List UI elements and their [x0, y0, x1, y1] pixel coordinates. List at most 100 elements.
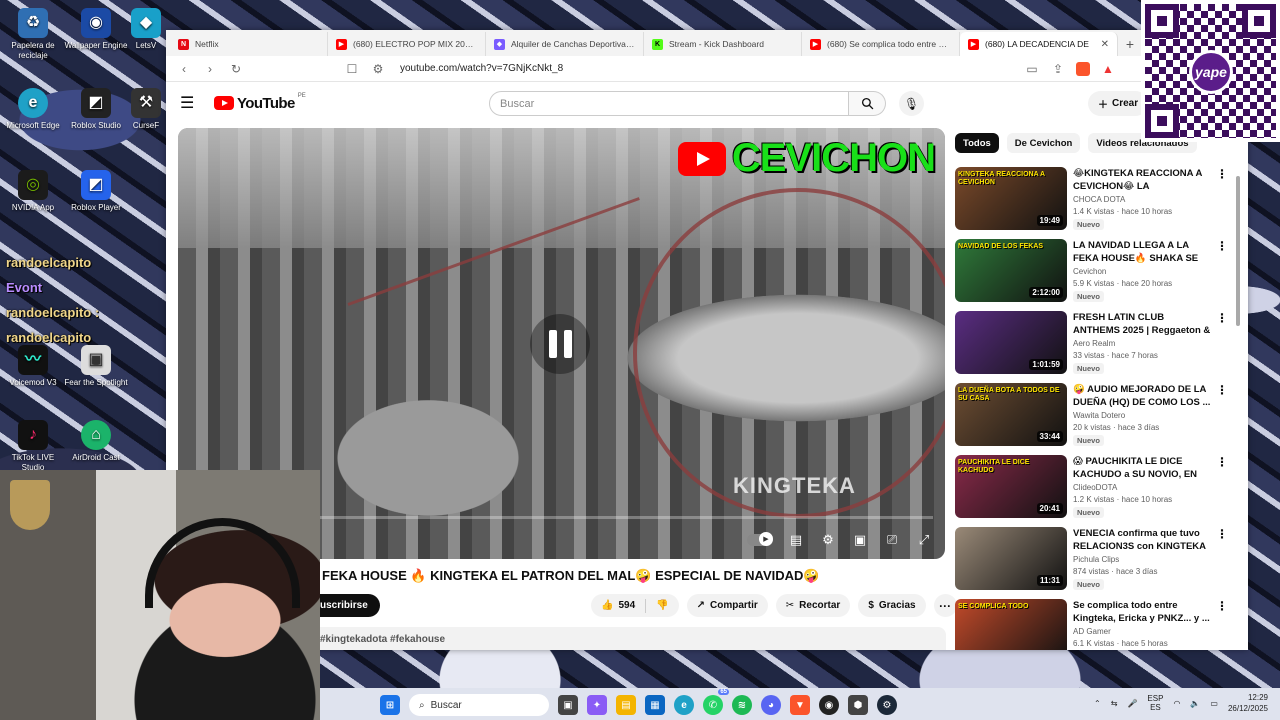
pause-button[interactable]: [530, 314, 590, 374]
cast-icon[interactable]: ⎚: [883, 531, 901, 549]
file-explorer-icon[interactable]: ▤: [616, 695, 636, 715]
bookmark-icon[interactable]: ☐: [344, 61, 360, 77]
recommendation-title[interactable]: 🤪 AUDIO MEJORADO DE LA DUEÑA (HQ) DE COM…: [1073, 383, 1212, 409]
desktop-icon-recycle-bin[interactable]: ♻ Papelera de reciclaje: [0, 8, 66, 61]
video-thumbnail[interactable]: LA DUEÑA BOTA A TODOS DE SU CASA 33:44: [955, 383, 1067, 446]
game-launcher-icon[interactable]: ⬢: [848, 695, 868, 715]
chip-todos[interactable]: Todos: [955, 133, 999, 153]
recommendation-title[interactable]: 😱 PAUCHIKITA LE DICE KACHUDO a SU NOVIO,…: [1073, 455, 1212, 481]
video-thumbnail[interactable]: NAVIDAD DE LOS FEKAS 2:12:00: [955, 239, 1067, 302]
tab-se-complica[interactable]: ▶ (680) Se complica todo entre King: [802, 32, 960, 56]
battery-icon[interactable]: ▭: [1210, 699, 1218, 708]
recommendation-item[interactable]: LA DUEÑA BOTA A TODOS DE SU CASA 33:44 🤪…: [955, 383, 1230, 455]
chip-de-cevichon[interactable]: De Cevichon: [1006, 133, 1081, 153]
more-vertical-icon[interactable]: ⋮: [1216, 455, 1228, 469]
video-thumbnail[interactable]: SE COMPLICA TODO: [955, 599, 1067, 650]
search-input[interactable]: Buscar: [489, 91, 849, 116]
recommendation-item[interactable]: 11:31 VENECIA confirma que tuvo RELACION…: [955, 527, 1230, 599]
obs-icon[interactable]: ◉: [819, 695, 839, 715]
thanks-button[interactable]: $ Gracias: [858, 594, 926, 617]
discord-icon[interactable]: ◕: [761, 695, 781, 715]
tab-electro-pop[interactable]: ▶ (680) ELECTRO POP MIX 2000s | D: [328, 32, 486, 56]
steam-icon[interactable]: ⚙: [877, 695, 897, 715]
search-button[interactable]: [849, 91, 886, 116]
desktop-icon-voicemod[interactable]: 〰 Voicemod V3: [0, 345, 66, 388]
recommendation-item[interactable]: SE COMPLICA TODO Se complica todo entre …: [955, 599, 1230, 650]
spotify-icon[interactable]: ≋: [732, 695, 752, 715]
tab-netflix[interactable]: N Netflix: [170, 32, 328, 56]
video-thumbnail[interactable]: PAUCHIKITA LE DICE KACHUDO 20:41: [955, 455, 1067, 518]
store-icon[interactable]: ▦: [645, 695, 665, 715]
more-vertical-icon[interactable]: ⋮: [1216, 383, 1228, 397]
site-info-icon[interactable]: ⚙: [370, 61, 386, 77]
desktop-icon-letsview[interactable]: ◆ LetsV: [126, 8, 166, 51]
video-thumbnail[interactable]: 1:01:59: [955, 311, 1067, 374]
recommendation-title[interactable]: VENECIA confirma que tuvo RELACION3S con…: [1073, 527, 1212, 553]
video-thumbnail[interactable]: KINGTEKA REACCIONA A CEVICHON 19:49: [955, 167, 1067, 230]
video-thumbnail[interactable]: 11:31: [955, 527, 1067, 590]
recommendation-item[interactable]: NAVIDAD DE LOS FEKAS 2:12:00 LA NAVIDAD …: [955, 239, 1230, 311]
language-indicator[interactable]: ESP ES: [1147, 694, 1163, 712]
recommendation-item[interactable]: PAUCHIKITA LE DICE KACHUDO 20:41 😱 PAUCH…: [955, 455, 1230, 527]
captions-icon[interactable]: ▤: [787, 531, 805, 549]
cast-icon[interactable]: ▭: [1024, 61, 1040, 77]
voice-search-button[interactable]: 🎙: [899, 91, 924, 116]
volume-icon[interactable]: 🔈: [1190, 699, 1200, 708]
recommendation-title[interactable]: 😂KINGTEKA REACCIONA A CEVICHON😂 LA DECAD…: [1073, 167, 1212, 193]
desktop-icon-curseforge[interactable]: ⚒ CurseF: [126, 88, 166, 131]
youtube-logo[interactable]: YouTube PE: [214, 93, 306, 112]
close-tab-icon[interactable]: ✕: [1101, 39, 1109, 50]
recommendation-title[interactable]: LA NAVIDAD LLEGA A LA FEKA HOUSE🔥 SHAKA …: [1073, 239, 1212, 265]
fullscreen-icon[interactable]: ⤢: [915, 531, 933, 549]
brave-shield-icon[interactable]: [1076, 61, 1090, 76]
menu-icon[interactable]: ☰: [180, 93, 200, 113]
sidebar-scrollbar[interactable]: [1236, 146, 1242, 646]
mic-muted-icon[interactable]: 🎤: [1127, 699, 1137, 708]
more-vertical-icon[interactable]: ⋮: [1216, 239, 1228, 253]
task-view-icon[interactable]: ▣: [558, 695, 578, 715]
create-button[interactable]: ＋ Crear: [1088, 91, 1149, 116]
address-bar[interactable]: youtube.com/watch?v=7GNjKcNkt_8: [400, 63, 1014, 74]
tab-kick-dashboard[interactable]: K Stream - Kick Dashboard: [644, 32, 802, 56]
channel-name[interactable]: AD Gamer: [1073, 627, 1212, 636]
channel-name[interactable]: ClideoDOTA: [1073, 483, 1212, 492]
more-actions-button[interactable]: ···: [933, 594, 957, 617]
desktop-icon-airdroid[interactable]: ⌂ AirDroid Cast: [63, 420, 129, 463]
more-vertical-icon[interactable]: ⋮: [1216, 311, 1228, 325]
back-icon[interactable]: ‹: [176, 61, 192, 77]
share-button[interactable]: ↗ Compartir: [686, 594, 768, 617]
recommendation-title[interactable]: Se complica todo entre Kingteka, Ericka …: [1073, 599, 1212, 625]
recommendation-item[interactable]: 1:01:59 FRESH LATIN CLUB ANTHEMS 2025 | …: [955, 311, 1230, 383]
whatsapp-icon[interactable]: ✆ 65: [703, 689, 729, 715]
brave-taskbar-icon[interactable]: ▼: [790, 695, 810, 715]
autoplay-toggle[interactable]: [747, 532, 773, 546]
desktop-icon-nvidia[interactable]: ◎ NVIDIA App: [0, 170, 66, 213]
new-tab-button[interactable]: +: [1118, 32, 1142, 56]
desktop-icon-edge[interactable]: e Microsoft Edge: [0, 88, 66, 131]
desktop-icon-wallpaper-engine[interactable]: ◉ Wallpaper Engine: [63, 8, 129, 51]
channel-name[interactable]: Cevichon: [1073, 267, 1212, 276]
more-vertical-icon[interactable]: ⋮: [1216, 527, 1228, 541]
channel-name[interactable]: Aero Realm: [1073, 339, 1212, 348]
channel-name[interactable]: Pichula Clips: [1073, 555, 1212, 564]
desktop-icon-tiktok[interactable]: ♪ TikTok LIVE Studio: [0, 420, 66, 473]
edge-taskbar-icon[interactable]: e: [674, 695, 694, 715]
reload-icon[interactable]: ↻: [228, 61, 244, 77]
desktop-icon-fear-the-spotlight[interactable]: ▣ Fear the Spotlight: [63, 345, 129, 388]
desktop-icon-roblox-player[interactable]: ◩ Roblox Player: [63, 170, 129, 213]
recommendation-title[interactable]: FRESH LATIN CLUB ANTHEMS 2025 | Reggaeto…: [1073, 311, 1212, 337]
channel-name[interactable]: Wawita Dotero: [1073, 411, 1212, 420]
wifi-icon[interactable]: ◠: [1173, 699, 1180, 708]
share-icon[interactable]: ⇪: [1050, 61, 1066, 77]
clip-button[interactable]: ✂ Recortar: [775, 594, 851, 617]
forward-icon[interactable]: ›: [202, 61, 218, 77]
windows-start-icon[interactable]: ⊞: [380, 695, 400, 715]
more-vertical-icon[interactable]: ⋮: [1216, 599, 1228, 613]
tab-la-decadencia[interactable]: ▶ (680) LA DECADENCIA DE ✕: [960, 32, 1118, 56]
tab-alquiler-canchas[interactable]: ◆ Alquiler de Canchas Deportivas - F: [486, 32, 644, 56]
miniplayer-icon[interactable]: ▣: [851, 531, 869, 549]
clock[interactable]: 12:29 26/12/2025: [1228, 692, 1268, 714]
description-box[interactable]: #kingtekadota #fekahouse: [306, 627, 946, 650]
like-button[interactable]: 👍 594: [601, 600, 635, 611]
more-vertical-icon[interactable]: ⋮: [1216, 167, 1228, 181]
